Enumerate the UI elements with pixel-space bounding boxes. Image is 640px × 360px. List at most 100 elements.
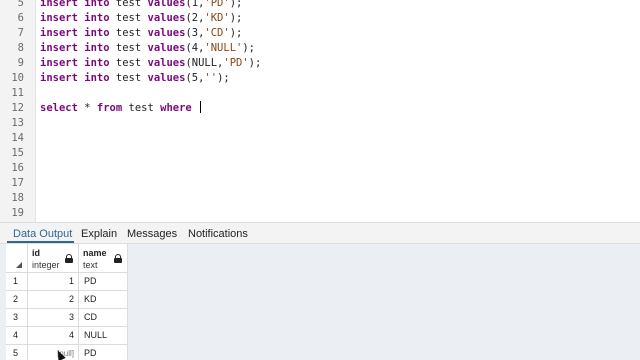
active-tab-indicator [7, 241, 74, 243]
code-line[interactable]: 7 insert into test values(3,'CD'); [0, 26, 640, 41]
code-line[interactable]: 8 insert into test values(4,'NULL'); [0, 41, 640, 56]
column-type: integer [32, 260, 60, 270]
sql-text: (3, [185, 27, 205, 39]
sql-string: 'PD' [223, 57, 249, 69]
sql-keyword: into [84, 72, 110, 84]
sql-text: ); [229, 27, 243, 39]
line-number: 18 [11, 192, 24, 204]
code-text: insert into test values(NULL,'PD'); [40, 56, 261, 71]
sql-keyword: values [147, 27, 186, 39]
code-line[interactable]: 9 insert into test values(NULL,'PD'); [0, 56, 640, 71]
code-line[interactable]: 5 insert into test values(1,'PD'); [0, 0, 640, 11]
cell-name[interactable]: KD [79, 291, 128, 309]
sql-keyword: into [84, 42, 110, 54]
cell-id[interactable]: 4 [28, 327, 79, 345]
sql-string: 'CD' [204, 27, 230, 39]
sql-keyword: values [147, 42, 186, 54]
sql-text: ); [217, 72, 230, 84]
data-output-panel: id integer name text 1 1 PD 2 2 KD 3 3 C… [0, 244, 640, 360]
code-line[interactable]: 10 insert into test values(5,''); [0, 71, 640, 86]
sql-text: ); [242, 42, 255, 54]
row-number[interactable]: 2 [6, 291, 28, 309]
sql-keyword: insert [40, 27, 78, 39]
sql-text: test [109, 72, 148, 84]
corner-triangle-icon [16, 262, 22, 268]
line-number: 11 [11, 87, 24, 99]
cell-name[interactable]: PD [79, 273, 128, 291]
code-line[interactable]: 17 [0, 176, 640, 191]
sql-keyword: values [147, 57, 186, 69]
sql-keyword: insert [40, 0, 78, 9]
row-number[interactable]: 1 [6, 273, 28, 291]
column-type: text [83, 260, 98, 270]
code-line[interactable]: 13 [0, 116, 640, 131]
column-name: name [83, 248, 107, 258]
code-text: insert into test values(3,'CD'); [40, 26, 242, 41]
lock-icon [114, 254, 122, 263]
code-line[interactable]: 19 [0, 206, 640, 221]
row-number[interactable]: 5 [6, 345, 28, 360]
sql-string: 'KD' [204, 12, 230, 24]
code-line[interactable]: 15 [0, 146, 640, 161]
sql-keyword: insert [40, 57, 78, 69]
sql-text: (NULL, [185, 57, 224, 69]
sql-keyword: into [84, 12, 110, 24]
sql-keyword: values [147, 0, 186, 9]
tab-messages[interactable]: Messages [127, 226, 177, 242]
sql-text: test [109, 57, 148, 69]
line-number: 5 [17, 0, 24, 9]
code-text: select * from test where [40, 101, 202, 116]
sql-text: test [122, 102, 161, 114]
sql-keyword: select [40, 102, 78, 114]
tab-explain[interactable]: Explain [81, 226, 117, 242]
code-line[interactable]: 6 insert into test values(2,'KD'); [0, 11, 640, 26]
line-number: 14 [11, 132, 24, 144]
sql-text: (1, [185, 0, 205, 9]
tab-data-output[interactable]: Data Output [13, 226, 72, 242]
code-line[interactable]: 18 [0, 191, 640, 206]
row-number[interactable]: 4 [6, 327, 28, 345]
code-text: insert into test values(1,'PD'); [40, 0, 242, 11]
sql-keyword: insert [40, 72, 78, 84]
line-number: 17 [11, 177, 24, 189]
line-number: 6 [17, 12, 24, 24]
cell-name[interactable]: PD [79, 345, 128, 360]
line-number: 13 [11, 117, 24, 129]
sql-editor[interactable]: 5 insert into test values(1,'PD'); 6 insert… [0, 0, 640, 222]
code-line[interactable]: 16 [0, 161, 640, 176]
sql-keyword: into [84, 27, 110, 39]
sql-text: test [109, 0, 148, 9]
column-header-id[interactable]: id integer [28, 244, 79, 273]
code-line[interactable]: 14 [0, 131, 640, 146]
sql-keyword: from [96, 102, 123, 114]
sql-text: * [77, 102, 97, 114]
sql-text: (5, [185, 72, 205, 84]
sql-string: '' [204, 72, 218, 84]
sql-text: test [109, 42, 148, 54]
cell-id[interactable]: 3 [28, 309, 79, 327]
cell-name[interactable]: NULL [79, 327, 128, 345]
code-text: insert into test values(4,'NULL'); [40, 41, 255, 56]
result-tabs: Data Output Explain Messages Notificatio… [0, 222, 640, 244]
sql-string: 'NULL' [204, 42, 243, 54]
select-all-corner[interactable] [6, 244, 28, 273]
code-line[interactable]: 12 select * from test where [0, 101, 640, 116]
line-number: 8 [17, 42, 24, 54]
cell-id[interactable]: 2 [28, 291, 79, 309]
sql-keyword: values [147, 72, 186, 84]
code-text: insert into test values(5,''); [40, 71, 230, 86]
code-text: insert into test values(2,'KD'); [40, 11, 242, 26]
column-header-name[interactable]: name text [79, 244, 128, 273]
sql-text: (2, [185, 12, 205, 24]
cell-id[interactable]: 1 [28, 273, 79, 291]
line-number: 12 [11, 102, 24, 114]
code-line[interactable]: 11 [0, 86, 640, 101]
text-cursor [200, 101, 202, 113]
cell-name[interactable]: CD [79, 309, 128, 327]
results-grid: id integer name text 1 1 PD 2 2 KD 3 3 C… [6, 244, 128, 360]
line-number: 15 [11, 147, 24, 159]
row-number[interactable]: 3 [6, 309, 28, 327]
sql-text: (4, [185, 42, 205, 54]
tab-notifications[interactable]: Notifications [188, 226, 248, 242]
